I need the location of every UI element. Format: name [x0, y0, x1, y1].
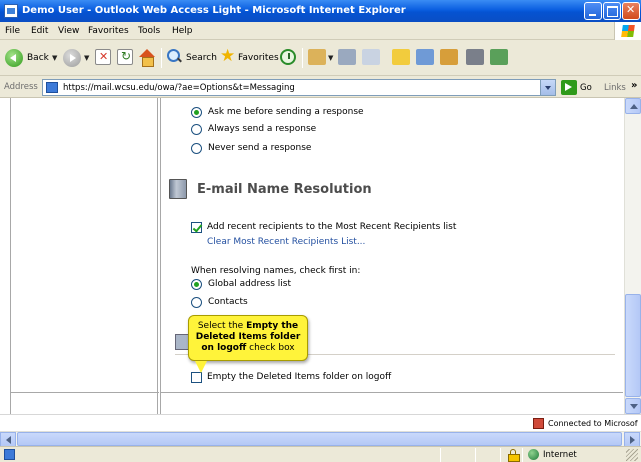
radio-button[interactable]: [191, 143, 202, 154]
forward-dropdown-icon[interactable]: ▼: [84, 54, 89, 62]
toolbar-separator: [161, 48, 162, 68]
resize-grip[interactable]: [626, 449, 638, 461]
add-recent-recipients-checkbox[interactable]: [191, 222, 202, 233]
lock-icon[interactable]: [508, 449, 520, 462]
links-overflow-icon[interactable]: »: [631, 80, 637, 91]
discuss-icon[interactable]: [392, 49, 410, 65]
section-title: E-mail Name Resolution: [197, 182, 372, 197]
search-icon[interactable]: [167, 49, 183, 65]
scroll-up-button[interactable]: [625, 98, 641, 114]
divider: [11, 392, 159, 393]
address-input[interactable]: https://mail.wcsu.edu/owa/?ae=Options&t=…: [42, 79, 556, 96]
radio-button[interactable]: [191, 279, 202, 290]
stop-icon[interactable]: [95, 49, 111, 65]
security-zone-label: Internet: [543, 450, 577, 460]
radio-button[interactable]: [191, 124, 202, 135]
page-done-icon: [4, 449, 15, 460]
connection-icon: [533, 418, 544, 429]
internet-zone-icon: [528, 449, 539, 460]
window-title-bar[interactable]: Demo User - Outlook Web Access Light - M…: [0, 0, 641, 22]
address-url[interactable]: https://mail.wcsu.edu/owa/?ae=Options&t=…: [63, 83, 295, 93]
radio-label: Never send a response: [208, 143, 312, 153]
vertical-scrollbar[interactable]: [624, 98, 641, 414]
links-label[interactable]: Links: [604, 83, 626, 93]
status-divider: [500, 448, 501, 462]
address-dropdown-button[interactable]: [540, 80, 555, 95]
back-dropdown-icon[interactable]: ▼: [52, 54, 57, 62]
maximize-button[interactable]: [603, 2, 621, 20]
connection-status-text: Connected to Microsof: [548, 419, 638, 428]
menu-view[interactable]: View: [58, 26, 79, 36]
minimize-button[interactable]: [584, 2, 602, 20]
radio-label: Always send a response: [208, 124, 317, 134]
instruction-callout: Select the Empty the Deleted Items folde…: [188, 315, 308, 373]
edit-icon[interactable]: [362, 49, 380, 65]
empty-deleted-items-checkbox[interactable]: [191, 372, 202, 383]
window-title: Demo User - Outlook Web Access Light - M…: [22, 5, 406, 16]
options-pane: Ask me before sending a response Always …: [160, 98, 623, 414]
navigation-pane: [10, 98, 159, 414]
ie-window-icon[interactable]: [4, 4, 18, 18]
favorites-button-label[interactable]: Favorites: [238, 53, 279, 63]
forward-arrow-icon[interactable]: [63, 49, 81, 67]
scroll-thumb[interactable]: [625, 294, 641, 397]
add-recent-recipients-label: Add recent recipients to the Most Recent…: [207, 222, 457, 232]
empty-deleted-items-label: Empty the Deleted Items folder on logoff: [207, 372, 392, 382]
resolve-names-intro: When resolving names, check first in:: [191, 266, 361, 276]
close-button[interactable]: [622, 2, 640, 20]
page-viewport: Ask me before sending a response Always …: [0, 98, 641, 431]
scroll-left-button[interactable]: [0, 432, 16, 447]
standard-toolbar: Back ▼ ▼ Search ★ Favorites ▼: [0, 40, 641, 76]
connection-status-bar: Connected to Microsof: [0, 414, 641, 431]
radio-button[interactable]: [191, 297, 202, 308]
search-button-label[interactable]: Search: [186, 53, 217, 63]
horizontal-scroll-thumb[interactable]: [17, 432, 622, 446]
menu-edit[interactable]: Edit: [31, 26, 48, 36]
tools-icon[interactable]: [490, 49, 508, 65]
print-icon[interactable]: [338, 49, 356, 65]
status-bar: Internet: [0, 446, 641, 462]
home-icon[interactable]: [138, 49, 156, 67]
go-button-label[interactable]: Go: [580, 83, 592, 93]
status-divider: [440, 448, 441, 462]
scroll-down-button[interactable]: [625, 398, 641, 414]
address-book-icon: [169, 179, 187, 199]
toolbar-separator: [302, 48, 303, 68]
menu-help[interactable]: Help: [172, 26, 193, 36]
section-header: E-mail Name Resolution: [169, 174, 609, 204]
divider: [161, 392, 623, 393]
research-icon[interactable]: [440, 49, 458, 65]
callout-pointer: [195, 361, 207, 373]
status-divider: [475, 448, 476, 462]
favorites-star-icon[interactable]: ★: [220, 46, 235, 66]
address-label: Address: [4, 82, 38, 92]
radio-label: Ask me before sending a response: [208, 107, 364, 117]
callout-text: check box: [246, 343, 295, 353]
scroll-right-button[interactable]: [624, 432, 640, 447]
menu-tools[interactable]: Tools: [138, 26, 160, 36]
radio-label: Global address list: [208, 279, 292, 289]
back-arrow-icon[interactable]: [5, 49, 23, 67]
refresh-icon[interactable]: [117, 49, 133, 65]
go-arrow-icon[interactable]: [561, 80, 577, 95]
media-icon[interactable]: [466, 49, 484, 65]
windows-logo-icon: [614, 22, 641, 40]
mail-icon[interactable]: [308, 49, 326, 65]
radio-button[interactable]: [191, 107, 202, 118]
clear-recent-recipients-link[interactable]: Clear Most Recent Recipients List...: [207, 237, 365, 247]
status-divider: [522, 448, 523, 462]
radio-label: Contacts: [208, 297, 248, 307]
mail-dropdown-icon[interactable]: ▼: [328, 54, 333, 62]
callout-text: Select the: [197, 321, 247, 331]
menu-bar: File Edit View Favorites Tools Help: [0, 22, 641, 40]
history-icon[interactable]: [280, 49, 296, 65]
back-button-label[interactable]: Back: [27, 53, 49, 63]
menu-file[interactable]: File: [5, 26, 20, 36]
menu-favorites[interactable]: Favorites: [88, 26, 129, 36]
messenger-icon[interactable]: [416, 49, 434, 65]
horizontal-scrollbar[interactable]: [0, 431, 641, 447]
address-bar: Address https://mail.wcsu.edu/owa/?ae=Op…: [0, 76, 641, 98]
page-icon: [46, 82, 58, 93]
